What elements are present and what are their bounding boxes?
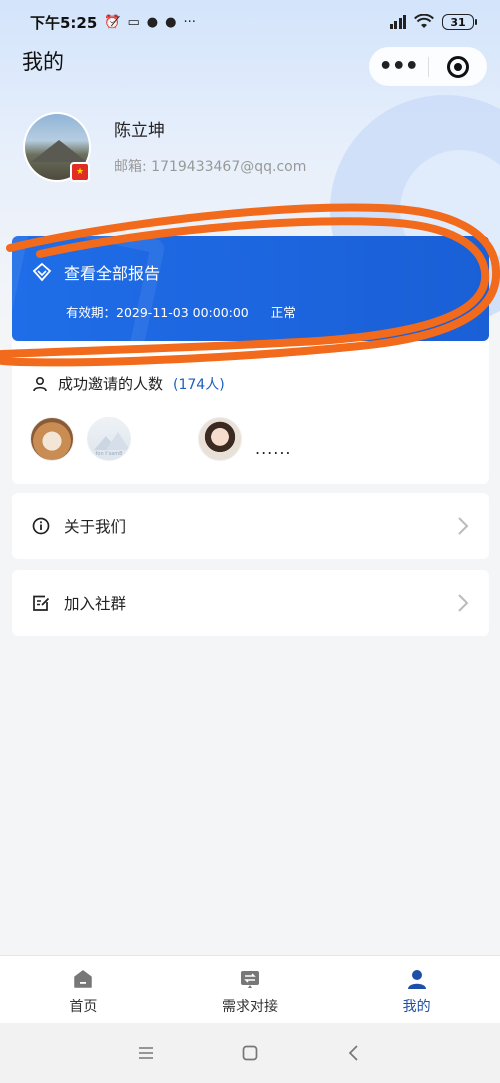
home-icon [74,970,93,988]
menu-icon[interactable] [137,1044,155,1062]
username: 陈立坤 [114,121,165,141]
target-icon [446,55,469,78]
card-watermark [12,236,166,341]
invite-title: 成功邀请的人数 [58,375,164,393]
silent-alarm-icon: ⏰̸ [104,14,121,30]
menu-label-about: 关于我们 [64,518,127,536]
invitee-avatar[interactable] [30,417,74,461]
chevron-right-icon [458,594,469,612]
user-email: 邮箱: 1719433467@qq.com [114,159,307,175]
status-bar: 下午5:25 ⏰̸ ▭ ● ● ··· 31 [0,0,500,44]
mini-program-capsule: ••• [369,47,487,86]
report-title-row: 查看全部报告 [32,260,160,284]
wifi-icon [414,14,434,28]
back-icon[interactable] [345,1044,363,1062]
edit-note-icon [33,595,50,611]
tab-label-demand: 需求对接 [222,999,278,1015]
tab-bar: 首页 需求对接 我的 [0,955,500,1023]
menu-label-join: 加入社群 [64,595,127,613]
mountain-photo [31,140,87,162]
report-meta: 有效期：2029-11-03 00:00:00 正常 [66,302,296,321]
report-status: 正常 [270,305,296,320]
placeholder-caption: fon t'sam8 [95,451,123,457]
wechat-icon: ● [146,14,159,30]
flag-badge-icon: ★ [70,162,90,182]
battery-icon: 31 [442,14,477,30]
report-title: 查看全部报告 [64,264,161,283]
info-icon [32,517,50,535]
person-outline-icon [33,376,47,391]
invite-more-ellipsis: ...... [255,439,292,458]
invite-title-row: 成功邀请的人数 (174人) [32,373,225,394]
tab-home[interactable]: 首页 [0,956,167,1023]
more-notifications-icon: ··· [183,14,196,30]
tab-mine[interactable]: 我的 [333,956,500,1023]
home-square-icon[interactable] [241,1044,259,1062]
tab-label-mine: 我的 [402,999,431,1015]
invitee-avatar[interactable] [198,417,242,461]
close-miniprogram-button[interactable] [429,55,488,78]
invite-card: 成功邀请的人数 (174人) fon t'sam8 ...... [12,341,489,484]
tab-label-home: 首页 [69,999,98,1015]
menu-item-join-community[interactable]: 加入社群 [12,570,489,636]
diamond-icon [32,262,52,282]
exchange-icon [241,971,259,988]
wechat-icon: ● [165,14,177,30]
message-icon: ▭ [127,14,140,30]
report-card[interactable]: 查看全部报告 有效期：2029-11-03 00:00:00 正常 [12,236,489,341]
invite-count: (174人) [173,376,225,393]
person-icon [407,970,426,989]
chevron-right-icon [458,517,469,535]
invitee-avatar-placeholder[interactable]: fon t'sam8 [87,417,131,461]
report-validity: 有效期：2029-11-03 00:00:00 [66,305,249,320]
more-options-button[interactable]: ••• [369,55,428,77]
page-title: 我的 [22,50,64,74]
tab-demand-match[interactable]: 需求对接 [167,956,334,1023]
system-navigation-bar [0,1023,500,1083]
status-time: 下午5:25 [30,13,98,32]
menu-item-about[interactable]: 关于我们 [12,493,489,559]
signal-icon [389,15,406,29]
